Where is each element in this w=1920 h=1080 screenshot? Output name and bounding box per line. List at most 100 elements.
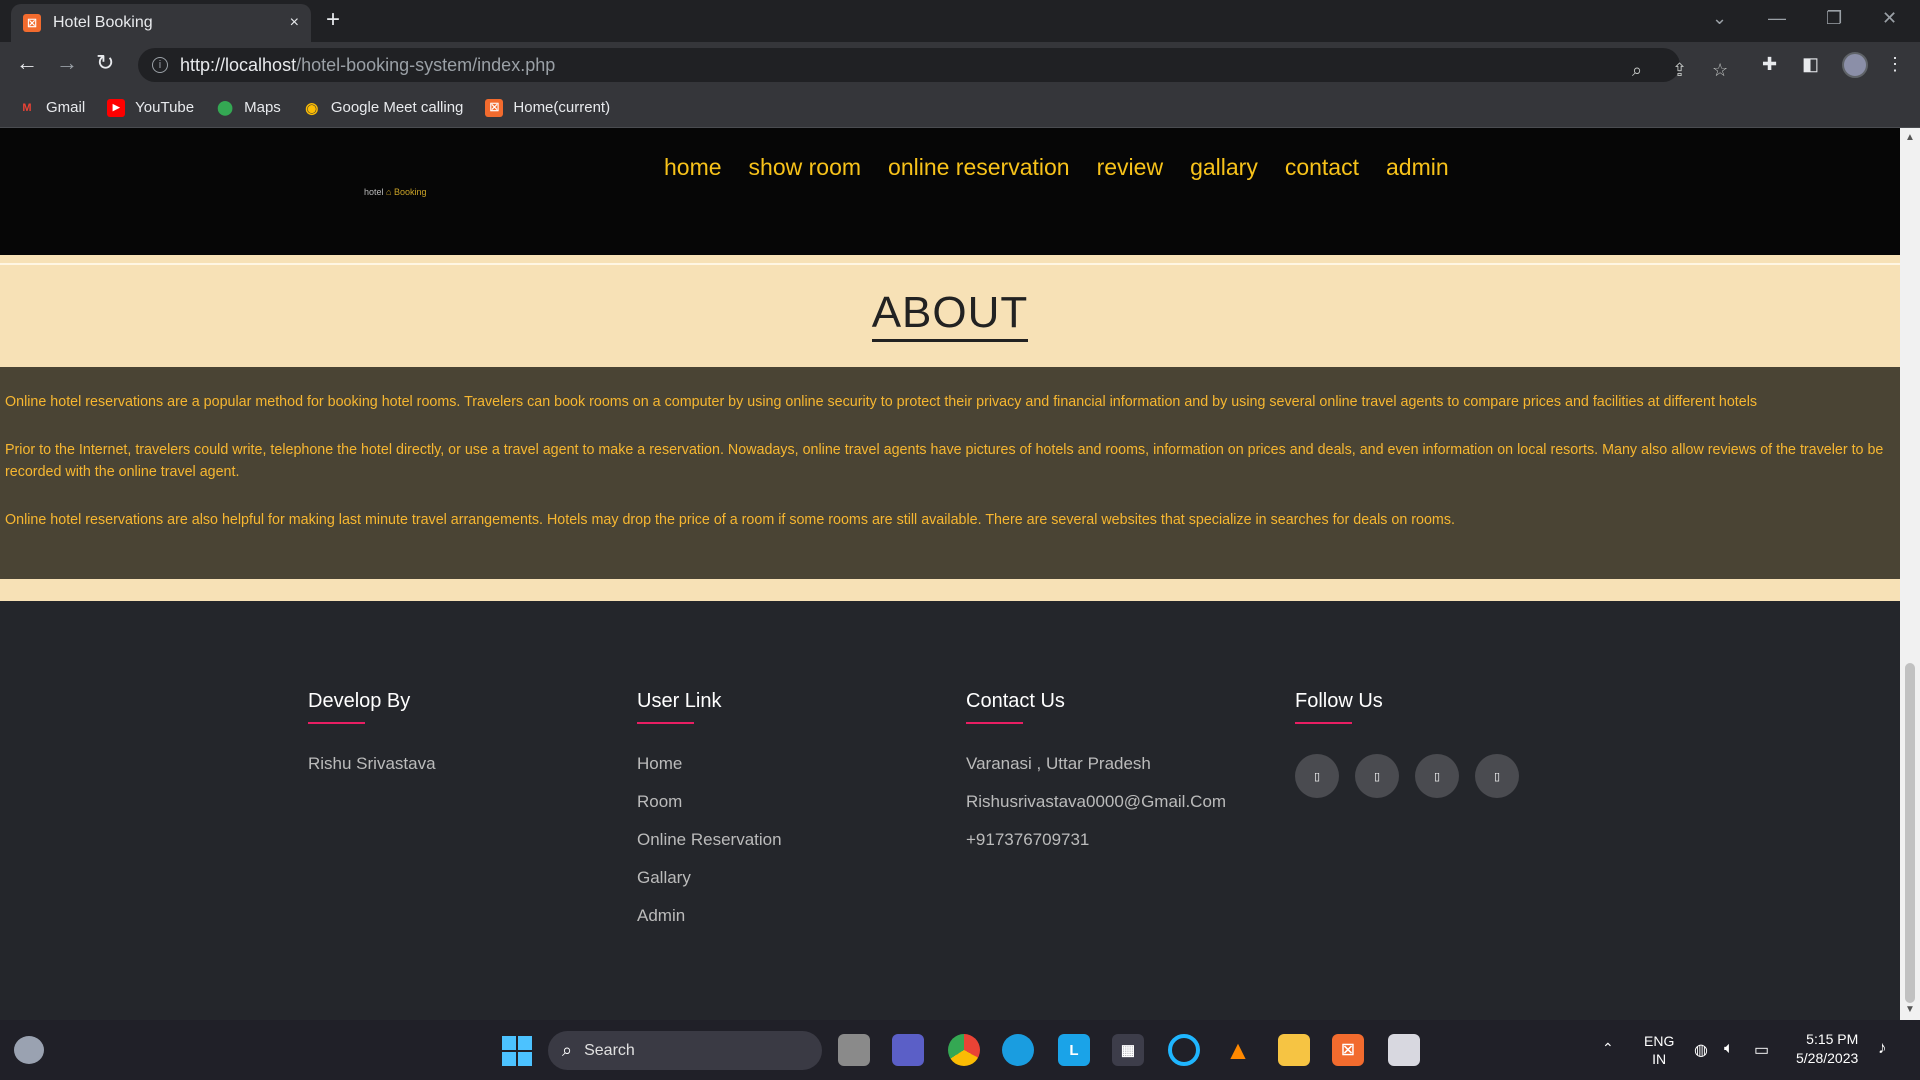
search-label: Search <box>584 1041 635 1059</box>
new-tab-button[interactable]: + <box>326 8 340 32</box>
xampp-taskbar-icon[interactable]: ☒ <box>1332 1034 1364 1066</box>
footer-link-online-reservation[interactable]: Online Reservation <box>637 830 782 850</box>
contact-address: Varanasi , Uttar Pradesh <box>966 754 1151 773</box>
nav-home[interactable]: home <box>664 154 722 181</box>
bookmark-home-current[interactable]: ☒ Home(current) <box>485 98 611 117</box>
chrome-icon[interactable] <box>948 1034 980 1066</box>
bookmark-label: Google Meet calling <box>330 99 464 116</box>
search-icon: ⌕ <box>562 1040 573 1060</box>
snipping-tool-icon[interactable] <box>1388 1034 1420 1066</box>
heading-underline <box>1295 722 1352 724</box>
lang-bottom: IN <box>1652 1051 1667 1067</box>
nav-gallary[interactable]: gallary <box>1190 154 1258 181</box>
nav-contact[interactable]: contact <box>1285 154 1359 181</box>
footer-heading: Follow Us <box>1295 690 1383 712</box>
tab-close-icon[interactable]: × <box>290 14 299 32</box>
twitter-icon[interactable]: ▯ <box>1355 754 1399 798</box>
bookmark-gmail[interactable]: M Gmail <box>18 99 85 117</box>
site-footer: Develop By Rishu Srivastava User Link Ho… <box>0 601 1900 1020</box>
teams-chat-icon[interactable] <box>892 1034 924 1066</box>
forward-arrow-icon[interactable]: → <box>56 52 78 74</box>
xampp-favicon-icon: ☒ <box>23 14 41 32</box>
bookmark-star-icon[interactable]: ☆ <box>1712 61 1728 79</box>
volume-icon[interactable]: 🔈︎ <box>1724 1040 1734 1058</box>
footer-link-gallary[interactable]: Gallary <box>637 868 782 888</box>
site-info-icon[interactable]: i <box>152 57 168 73</box>
clock-date: 5/28/2023 <box>1796 1050 1859 1066</box>
scroll-up-icon[interactable]: ▲ <box>1905 132 1915 143</box>
meet-icon: ◉ <box>305 99 319 117</box>
task-view-icon[interactable] <box>838 1034 870 1066</box>
clock[interactable]: 5:15 PM 5/28/2023 <box>1796 1030 1858 1068</box>
footer-link-home[interactable]: Home <box>637 754 782 774</box>
facebook-icon[interactable]: ▯ <box>1295 754 1339 798</box>
nav-admin[interactable]: admin <box>1386 154 1449 181</box>
windows-start-icon[interactable] <box>502 1036 532 1066</box>
bookmark-google-meet[interactable]: ◉ Google Meet calling <box>303 99 464 117</box>
scroll-down-icon[interactable]: ▼ <box>1905 1004 1915 1015</box>
address-bar[interactable]: i http://localhost/hotel-booking-system/… <box>138 48 1728 82</box>
contact-phone: +917376709731 <box>966 830 1090 849</box>
url-text: http://localhost/hotel-booking-system/in… <box>180 55 555 76</box>
bookmark-label: Gmail <box>46 99 86 116</box>
maps-icon: ⬤ <box>217 99 233 115</box>
notification-bell-icon[interactable]: ♪ <box>1878 1038 1887 1058</box>
divider <box>0 263 1900 265</box>
tray-chevron-icon[interactable]: ⌃ <box>1602 1040 1614 1057</box>
back-arrow-icon[interactable]: ← <box>16 52 38 74</box>
cortana-icon[interactable] <box>1168 1034 1200 1066</box>
page-scrollbar[interactable]: ▲ ▼ <box>1900 128 1920 1020</box>
vlc-icon[interactable]: ▲ <box>1222 1034 1254 1066</box>
logo-hotel-text: hotel <box>364 187 384 197</box>
nav-review[interactable]: review <box>1097 154 1163 181</box>
footer-link-admin[interactable]: Admin <box>637 906 782 926</box>
profile-avatar[interactable] <box>1842 52 1868 78</box>
site-logo[interactable]: hotel ⌂ Booking <box>364 187 427 197</box>
about-heading: ABOUT <box>0 288 1900 342</box>
file-explorer-icon[interactable] <box>1278 1034 1310 1066</box>
footer-link-room[interactable]: Room <box>637 792 782 812</box>
about-section: Online hotel reservations are a popular … <box>0 367 1900 579</box>
battery-icon[interactable]: ▭ <box>1754 1040 1769 1060</box>
gmail-icon: M <box>22 101 32 114</box>
taskbar-search[interactable]: ⌕ Search <box>548 1031 822 1070</box>
linkedin-icon[interactable]: ▯ <box>1475 754 1519 798</box>
reload-icon[interactable]: ↻ <box>96 52 114 74</box>
nav-online-reservation[interactable]: online reservation <box>888 154 1070 181</box>
windows-taskbar: ⌕ Search L ▦ ▲ ☒ ⌃ ENG IN ◍ 🔈︎ ▭ 5:15 PM… <box>0 1020 1920 1080</box>
footer-heading: Develop By <box>308 690 411 712</box>
bookmarks-bar: M Gmail ▶ YouTube ⬤ Maps ◉ Google Meet c… <box>0 88 1920 128</box>
side-panel-icon[interactable]: ◧ <box>1802 55 1819 73</box>
share-icon[interactable]: ⇪ <box>1672 61 1687 79</box>
minimize-icon[interactable]: — <box>1768 8 1786 29</box>
bookmark-label: Home(current) <box>513 99 611 116</box>
about-title: ABOUT <box>871 288 1029 342</box>
network-icon[interactable]: ◍ <box>1694 1040 1708 1060</box>
restore-icon[interactable]: ❐ <box>1826 8 1842 29</box>
close-window-icon[interactable]: ✕ <box>1882 8 1897 29</box>
extensions-icon[interactable]: ✚ <box>1762 55 1777 73</box>
microsoft-store-icon[interactable]: ▦ <box>1112 1034 1144 1066</box>
edge-icon[interactable] <box>1002 1034 1034 1066</box>
footer-heading: User Link <box>637 690 722 712</box>
footer-develop-by: Develop By Rishu Srivastava <box>308 690 436 792</box>
tab-search-chevron-icon[interactable]: ⌄ <box>1712 8 1727 29</box>
nav-show-room[interactable]: show room <box>749 154 861 181</box>
contact-email: Rishusrivastava0000@Gmail.Com <box>966 792 1227 811</box>
menu-kebab-icon[interactable]: ⋮ <box>1886 55 1904 73</box>
browser-tab[interactable]: ☒ Hotel Booking × <box>11 4 311 42</box>
l-app-icon[interactable]: L <box>1058 1034 1090 1066</box>
logo-booking-text: Booking <box>394 187 427 197</box>
language-indicator[interactable]: ENG IN <box>1644 1032 1674 1068</box>
footer-follow-us: Follow Us ▯ ▯ ▯ ▯ <box>1295 690 1535 798</box>
social-links: ▯ ▯ ▯ ▯ <box>1295 754 1535 798</box>
tab-title: Hotel Booking <box>53 14 153 31</box>
zoom-icon[interactable]: ⌕ <box>1632 61 1642 79</box>
bookmark-youtube[interactable]: ▶ YouTube <box>107 98 194 117</box>
heading-underline <box>308 722 365 724</box>
instagram-icon[interactable]: ▯ <box>1415 754 1459 798</box>
browser-tab-bar: ☒ Hotel Booking × + ⌄ — ❐ ✕ <box>0 0 1920 42</box>
scrollbar-thumb[interactable] <box>1905 663 1915 1003</box>
weather-icon[interactable] <box>14 1036 44 1064</box>
bookmark-maps[interactable]: ⬤ Maps <box>216 99 281 117</box>
